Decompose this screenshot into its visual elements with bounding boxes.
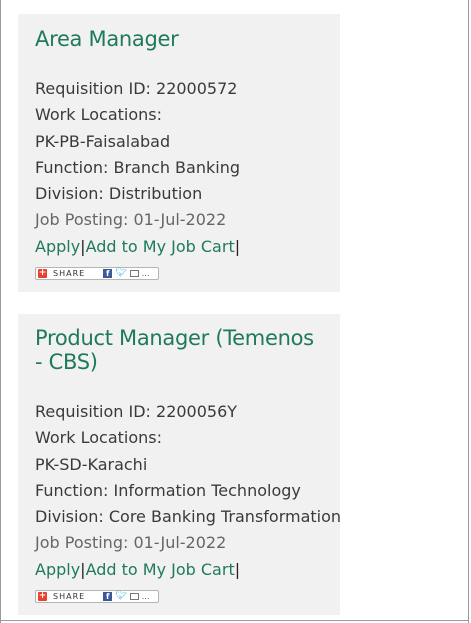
- job-actions: Apply|Add to My Job Cart|: [35, 234, 340, 260]
- job-title[interactable]: Product Manager (Temenos - CBS): [35, 326, 315, 374]
- page-border-left: [0, 0, 1, 623]
- work-location: PK-PB-Faisalabad: [35, 131, 171, 151]
- add-to-job-cart-link[interactable]: Add to My Job Cart: [86, 560, 235, 579]
- twitter-icon: 🐦︎: [115, 590, 127, 601]
- more-icon: …: [141, 591, 150, 601]
- link-separator: |: [234, 236, 241, 256]
- email-icon: [129, 269, 139, 277]
- link-separator: |: [234, 559, 241, 579]
- job-division: Division: Core Banking Transformation: [35, 507, 342, 527]
- work-location: PK-SD-Karachi: [35, 454, 148, 474]
- share-label: SHARE: [53, 591, 86, 601]
- job-posting-date: Job Posting: 01-Jul-2022: [35, 210, 227, 230]
- apply-link[interactable]: Apply: [35, 237, 80, 256]
- apply-link[interactable]: Apply: [35, 560, 80, 579]
- more-icon: …: [141, 268, 150, 278]
- job-posting-date: Job Posting: 01-Jul-2022: [35, 533, 227, 553]
- share-button[interactable]: + SHARE f 🐦︎ …: [35, 266, 159, 280]
- page-border-right: [468, 0, 469, 623]
- job-card: Product Manager (Temenos - CBS) Requisit…: [18, 314, 342, 615]
- page-border-bottom: [0, 620, 469, 621]
- share-label: SHARE: [53, 268, 86, 278]
- facebook-icon: f: [103, 268, 113, 278]
- plus-icon: +: [38, 267, 47, 278]
- requisition-id: Requisition ID: 22000572: [35, 79, 238, 98]
- twitter-icon: 🐦︎: [115, 267, 127, 278]
- job-function: Function: Branch Banking: [35, 157, 240, 177]
- work-locations-label: Work Locations:: [35, 428, 162, 448]
- work-locations-label: Work Locations:: [35, 105, 162, 125]
- email-icon: [129, 592, 139, 600]
- job-actions: Apply|Add to My Job Cart|: [35, 557, 340, 583]
- requisition-id: Requisition ID: 2200056Y: [35, 402, 238, 421]
- job-title[interactable]: Area Manager: [35, 27, 340, 51]
- job-function: Function: Information Technology: [35, 480, 301, 500]
- job-division: Division: Distribution: [35, 184, 203, 204]
- add-to-job-cart-link[interactable]: Add to My Job Cart: [86, 237, 235, 256]
- plus-icon: +: [38, 590, 47, 601]
- facebook-icon: f: [103, 591, 113, 601]
- share-button[interactable]: + SHARE f 🐦︎ …: [35, 589, 159, 603]
- job-card: Area Manager Requisition ID: 22000572 Wo…: [18, 14, 340, 292]
